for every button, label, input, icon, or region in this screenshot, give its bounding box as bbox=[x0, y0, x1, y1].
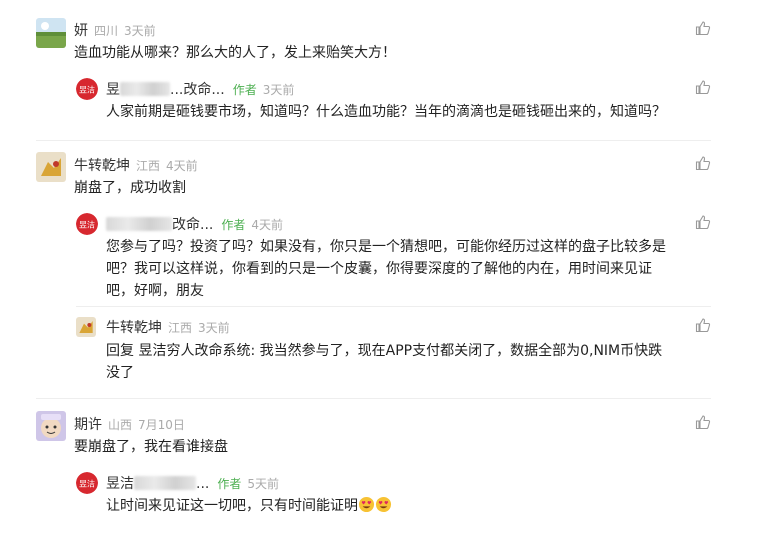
comment-text: 崩盘了，成功收割 bbox=[74, 180, 186, 196]
reply-meta: 昱洁... 作者 5天前 bbox=[106, 473, 279, 493]
reply-text: 让时间来见证这一切吧，只有时间能证明 bbox=[106, 495, 392, 520]
avatar[interactable] bbox=[36, 411, 66, 441]
author-badge: 作者 bbox=[221, 218, 246, 232]
like-icon[interactable] bbox=[695, 317, 711, 333]
comment-meta: 期许 山西 7月10日 bbox=[74, 414, 185, 434]
reply-target[interactable]: 昱洁穷人改命系统: bbox=[138, 343, 255, 359]
divider bbox=[36, 398, 711, 399]
username[interactable]: 期许 bbox=[74, 417, 102, 433]
reply-text: 人家前期是砸钱要市场，知道吗？什么造血功能？当年的滴滴也是砸钱砸出来的，知道吗？ bbox=[106, 104, 666, 120]
avatar[interactable] bbox=[36, 152, 66, 182]
avatar[interactable] bbox=[36, 18, 66, 48]
location: 山西 bbox=[108, 418, 133, 432]
comment-text: 要崩盘了，我在看谁接盘 bbox=[74, 439, 228, 455]
author-avatar[interactable]: 昱洁 bbox=[76, 213, 98, 235]
timestamp: 3天前 bbox=[198, 321, 230, 335]
location: 江西 bbox=[136, 159, 161, 173]
location: 四川 bbox=[94, 24, 119, 38]
location: 江西 bbox=[168, 321, 193, 335]
like-icon[interactable] bbox=[695, 414, 711, 430]
username[interactable]: 牛转乾坤 bbox=[106, 320, 162, 336]
reply-meta: 昱 ...改命... 作者 3天前 bbox=[106, 79, 294, 99]
comment-text: 造血功能从哪来？那么大的人了，发上来贻笑大方！ bbox=[74, 45, 396, 61]
reply-username[interactable]: 昱 ...改命... bbox=[106, 82, 225, 98]
comment-meta: 妍四川 3天前 bbox=[74, 20, 156, 40]
like-icon[interactable] bbox=[695, 79, 711, 95]
reply-meta: 改命... 作者 4天前 bbox=[106, 214, 283, 234]
blurred-name bbox=[134, 476, 196, 490]
comment-meta: 牛转乾坤 江西 4天前 bbox=[74, 155, 198, 175]
avatar[interactable] bbox=[76, 317, 96, 337]
author-badge: 作者 bbox=[217, 477, 242, 491]
username[interactable]: 牛转乾坤 bbox=[74, 158, 130, 174]
author-badge: 作者 bbox=[232, 83, 257, 97]
like-icon[interactable] bbox=[695, 20, 711, 36]
reply-prefix: 回复 bbox=[106, 343, 134, 359]
reply-username[interactable]: 昱洁... bbox=[106, 476, 209, 492]
reply-text: 回复 昱洁穷人改命系统: 我当然参与了，现在APP支付都关闭了，数据全部为0,N… bbox=[106, 343, 663, 381]
badge-text: 昱洁 bbox=[79, 85, 95, 95]
author-avatar[interactable]: 昱洁 bbox=[76, 472, 98, 494]
blurred-name bbox=[120, 82, 170, 96]
blurred-name bbox=[106, 217, 172, 231]
author-avatar[interactable]: 昱洁 bbox=[76, 78, 98, 100]
reply-username[interactable]: 改命... bbox=[106, 217, 213, 233]
heart-eyes-emoji-icon bbox=[375, 496, 392, 520]
reply-meta: 牛转乾坤 江西 3天前 bbox=[106, 317, 230, 337]
timestamp: 7月10日 bbox=[138, 418, 185, 432]
badge-text: 昱洁 bbox=[79, 220, 95, 230]
like-icon[interactable] bbox=[695, 214, 711, 230]
timestamp: 4天前 bbox=[251, 218, 284, 232]
timestamp: 4天前 bbox=[166, 159, 198, 173]
username[interactable]: 妍 bbox=[74, 23, 88, 39]
divider bbox=[36, 140, 711, 141]
reply-text: 您参与了吗？投资了吗？如果没有，你只是一个猜想吧，可能你经历过这样的盘子比较多是… bbox=[106, 239, 666, 299]
timestamp: 5天前 bbox=[247, 477, 280, 491]
timestamp: 3天前 bbox=[124, 24, 156, 38]
heart-eyes-emoji-icon bbox=[358, 496, 375, 520]
timestamp: 3天前 bbox=[262, 83, 295, 97]
badge-text: 昱洁 bbox=[79, 479, 95, 489]
like-icon[interactable] bbox=[695, 155, 711, 171]
divider bbox=[76, 306, 711, 307]
